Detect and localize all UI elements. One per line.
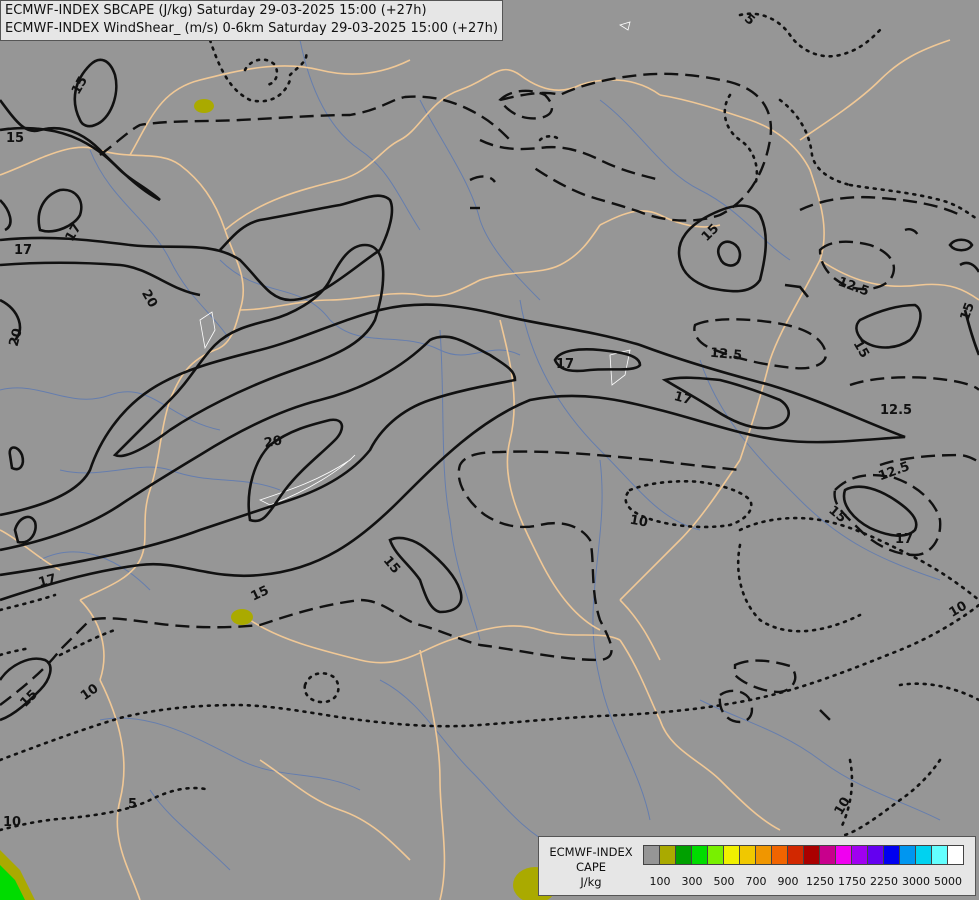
legend-tick-label: 1250: [806, 875, 834, 888]
legend-color-scale: [643, 845, 964, 865]
legend-swatch: [772, 845, 788, 865]
weather-map: 15 15 15 15 15 15 15 15 15 17 17 17 17 1…: [0, 0, 979, 900]
legend-swatch: [852, 845, 868, 865]
legend-swatch: [740, 845, 756, 865]
contour-label-15: 15: [6, 131, 24, 146]
legend-tick-label: 3000: [902, 875, 930, 888]
legend-tick-label: 500: [713, 875, 735, 888]
legend-tick-label: 100: [649, 875, 671, 888]
legend-title: ECMWF-INDEX CAPE J/kg: [545, 845, 637, 890]
contour-label-10: 10: [3, 815, 21, 830]
legend-swatch: [708, 845, 724, 865]
contour-label-17: 17: [556, 357, 574, 372]
legend-swatch: [756, 845, 772, 865]
legend-swatch: [804, 845, 820, 865]
contour-label-10: 10: [629, 513, 649, 531]
legend-swatch: [884, 845, 900, 865]
legend-swatch: [916, 845, 932, 865]
legend-swatch: [644, 845, 660, 865]
legend-swatch: [932, 845, 948, 865]
contour-label-5: 5: [128, 797, 137, 812]
title-line-sbcape: ECMWF-INDEX SBCAPE (J/kg) Saturday 29-03…: [5, 3, 427, 18]
contour-label-20: 20: [263, 433, 283, 451]
legend-tick-labels: 100 300 500 700 900 1250 1750 2250 3000 5000: [643, 875, 973, 891]
cape-legend: ECMWF-INDEX CAPE J/kg 100 300 500 700 900 125…: [538, 836, 976, 896]
contour-label-17: 17: [895, 532, 913, 547]
legend-swatch: [868, 845, 884, 865]
legend-swatch: [900, 845, 916, 865]
legend-tick-label: 900: [777, 875, 799, 888]
legend-swatch: [948, 845, 964, 865]
legend-swatch: [820, 845, 836, 865]
legend-tick-label: 5000: [934, 875, 962, 888]
contour-label-12.5: 12.5: [709, 346, 742, 364]
legend-swatch: [692, 845, 708, 865]
legend-model-name: ECMWF-INDEX: [549, 845, 633, 859]
legend-variable: CAPE: [575, 860, 607, 874]
legend-swatch: [788, 845, 804, 865]
map-title: ECMWF-INDEX SBCAPE (J/kg) Saturday 29-03…: [0, 0, 503, 41]
legend-tick-label: 300: [681, 875, 703, 888]
legend-swatch: [676, 845, 692, 865]
legend-unit: J/kg: [580, 875, 602, 889]
legend-swatch: [660, 845, 676, 865]
contour-label-12.5: 12.5: [880, 403, 912, 418]
legend-swatch: [724, 845, 740, 865]
contour-label-17: 17: [14, 243, 32, 258]
legend-tick-label: 700: [745, 875, 767, 888]
legend-swatch: [836, 845, 852, 865]
title-line-windshear: ECMWF-INDEX WindShear_ (m/s) 0-6km Satur…: [5, 21, 498, 36]
legend-tick-label: 1750: [838, 875, 866, 888]
legend-tick-label: 2250: [870, 875, 898, 888]
